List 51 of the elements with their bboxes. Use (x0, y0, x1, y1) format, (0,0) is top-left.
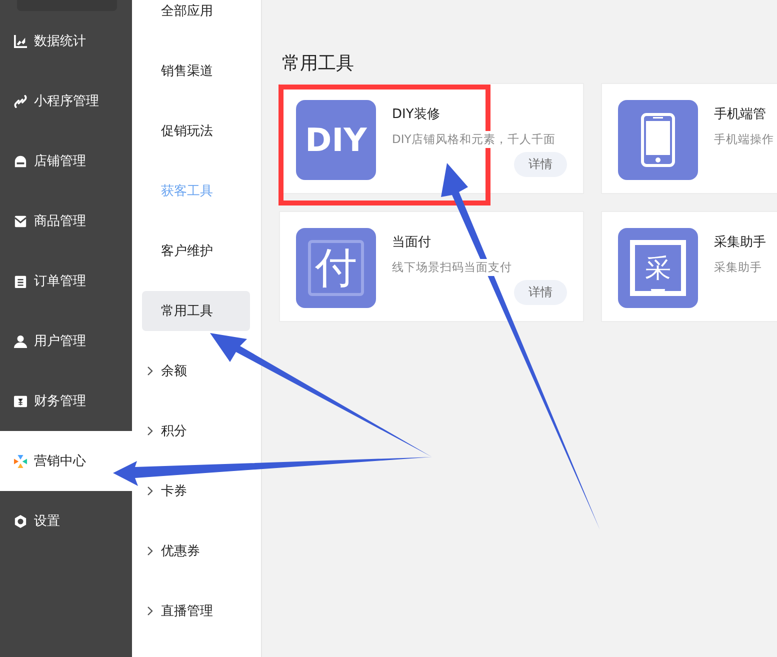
clipboard-icon (14, 274, 27, 288)
sidebar-item[interactable]: 商品管理 (0, 191, 132, 251)
sidebar-item[interactable]: 订单管理 (0, 251, 132, 311)
user-icon (14, 334, 27, 348)
chevron-right-icon (147, 606, 153, 616)
submenu-item[interactable]: 常用工具 (142, 291, 250, 331)
card-title: DIY装修 (392, 106, 441, 123)
details-button[interactable]: 详情 (514, 152, 567, 177)
submenu-group[interactable]: 余额 (132, 341, 261, 401)
settings-icon (14, 514, 27, 528)
submenu-group[interactable]: 直播管理 (132, 581, 261, 641)
tool-card[interactable]: 手机端管 手机端操作 (601, 83, 777, 194)
petals-icon (14, 454, 27, 468)
section-title: 常用工具 (282, 52, 355, 75)
tool-card[interactable]: DIY DIY装修 DIY店铺风格和元素，千人千面 详情 (279, 83, 584, 194)
card-description: 手机端操作 (714, 131, 774, 148)
envelope-icon (14, 214, 27, 228)
submenu-item[interactable]: 全部应用 (132, 0, 261, 41)
tool-card[interactable]: 付 当面付 线下场景扫码当面支付 详情 (279, 211, 584, 322)
app-icon: 付 (296, 228, 376, 308)
tool-card[interactable]: 采 采集助手 采集助手 (601, 211, 777, 322)
chart-icon (14, 34, 27, 48)
submenu-group[interactable]: 积分 (132, 401, 261, 461)
sidebar-item[interactable]: 小程序管理 (0, 71, 132, 131)
sidebar-item[interactable]: 用户管理 (0, 311, 132, 371)
chevron-right-icon (147, 486, 153, 496)
card-title: 当面付 (392, 234, 432, 251)
sidebar-item[interactable]: 财务管理 (0, 371, 132, 431)
store-icon (14, 154, 27, 168)
submenu-group[interactable]: 优惠券 (132, 521, 261, 581)
submenu-item[interactable]: 客户维护 (132, 221, 261, 281)
submenu-item[interactable]: 促销玩法 (132, 101, 261, 161)
phone-icon (618, 100, 698, 180)
chevron-right-icon (147, 426, 153, 436)
sidebar-item[interactable]: 数据统计 (0, 11, 132, 71)
sidebar-item[interactable]: 店铺管理 (0, 131, 132, 191)
link-icon (14, 94, 27, 108)
wallet-icon (14, 394, 27, 408)
chevron-right-icon (147, 546, 153, 556)
submenu-item[interactable]: 销售渠道 (132, 41, 261, 101)
app-icon: 采 (618, 228, 698, 308)
card-description: DIY店铺风格和元素，千人千面 (392, 131, 556, 148)
card-description: 线下场景扫码当面支付 (392, 259, 512, 276)
card-title: 采集助手 (714, 234, 766, 251)
details-button[interactable]: 详情 (514, 280, 567, 305)
sidebar-item[interactable]: 营销中心 (0, 431, 132, 491)
sidebar-item[interactable]: 设置 (0, 491, 132, 551)
app-icon: DIY (296, 100, 376, 180)
card-title: 手机端管 (714, 106, 767, 123)
chevron-right-icon (147, 366, 153, 376)
submenu-group[interactable]: 卡券 (132, 461, 261, 521)
